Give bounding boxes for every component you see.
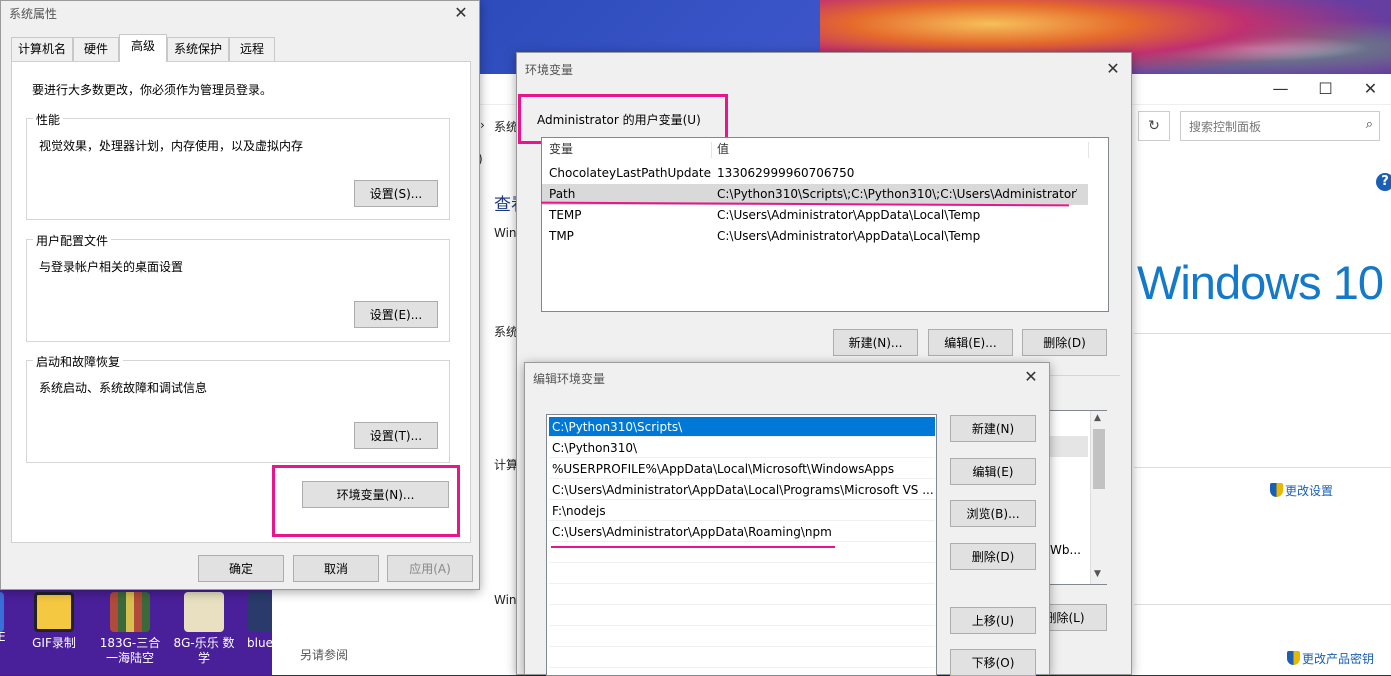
- search-icon: ⌕: [1365, 117, 1373, 132]
- column-divider: [711, 142, 712, 158]
- breadcrumb-arrow: ›: [480, 118, 485, 132]
- group-description: 系统启动、系统故障和调试信息: [39, 381, 208, 395]
- close-icon[interactable]: ✕: [1101, 59, 1125, 78]
- divider: [1134, 333, 1391, 334]
- dialog-title: 系统属性: [9, 7, 58, 21]
- search-input[interactable]: 搜索控制面板 ⌕: [1180, 111, 1380, 141]
- folder-icon: [184, 592, 224, 632]
- user-edit-button[interactable]: 编辑(E)...: [928, 329, 1013, 356]
- partial-value: \Wb...: [1046, 543, 1081, 557]
- admin-note: 要进行大多数更改，你必须作为管理员登录。: [32, 83, 273, 97]
- group-label: 用户配置文件: [33, 232, 112, 249]
- gif-recorder-icon: [34, 592, 74, 632]
- performance-group: 性能 视觉效果，处理器计划，内存使用，以及虚拟内存 设置(S)...: [26, 111, 450, 220]
- dialog-title: 编辑环境变量: [533, 372, 606, 386]
- list-item[interactable]: F:\nodejs: [549, 501, 935, 521]
- divider: [1134, 604, 1391, 605]
- scrollbar[interactable]: ▲ ▼: [1090, 411, 1107, 584]
- user-profile-settings-button[interactable]: 设置(E)...: [354, 301, 438, 328]
- dialog-title: 环境变量: [525, 63, 574, 77]
- tab-remote[interactable]: 远程: [229, 37, 275, 61]
- close-icon[interactable]: ✕: [449, 3, 473, 22]
- desktop-icon-gif[interactable]: GIF录制: [20, 590, 88, 651]
- desktop-icons-area: E GIF录制 183G-三合一海陆空 8G-乐乐 数学 blue: [0, 590, 273, 675]
- tab-computer-name[interactable]: 计算机名: [11, 37, 73, 61]
- maximize-button[interactable]: ☐: [1303, 74, 1348, 104]
- edit-environment-variable-dialog: 编辑环境变量 ✕ C:\Python310\Scripts\ C:\Python…: [524, 362, 1050, 676]
- list-item-empty[interactable]: [549, 585, 935, 605]
- move-down-button[interactable]: 下移(O): [950, 649, 1036, 676]
- move-up-button[interactable]: 上移(U): [950, 607, 1036, 634]
- help-icon[interactable]: ?: [1376, 173, 1391, 191]
- list-item[interactable]: C:\Users\Administrator\AppData\Local\Pro…: [549, 480, 935, 500]
- minimize-button[interactable]: —: [1258, 74, 1303, 104]
- tab-hardware[interactable]: 硬件: [73, 37, 119, 61]
- apply-button[interactable]: 应用(A): [387, 555, 473, 582]
- desktop-icon-archive-1[interactable]: 183G-三合一海陆空: [96, 590, 164, 666]
- browse-button[interactable]: 浏览(B)...: [950, 500, 1036, 527]
- table-row[interactable]: TMP C:\Users\Administrator\AppData\Local…: [542, 226, 1108, 247]
- new-path-button[interactable]: 新建(N): [950, 415, 1036, 442]
- table-row[interactable]: TEMP C:\Users\Administrator\AppData\Loca…: [542, 205, 1108, 226]
- user-profile-group: 用户配置文件 与登录帐户相关的桌面设置 设置(E)...: [26, 232, 450, 342]
- user-new-button[interactable]: 新建(N)...: [833, 329, 918, 356]
- column-header-value[interactable]: 值: [717, 138, 729, 160]
- tab-advanced[interactable]: 高级: [119, 34, 167, 62]
- group-description: 视觉效果，处理器计划，内存使用，以及虚拟内存: [39, 139, 304, 153]
- edit-path-button[interactable]: 编辑(E): [950, 458, 1036, 485]
- delete-path-button[interactable]: 删除(D): [950, 543, 1036, 570]
- divider: [1134, 467, 1391, 468]
- group-label: 性能: [33, 111, 64, 128]
- group-label: 启动和故障恢复: [33, 353, 124, 370]
- column-header-variable[interactable]: 变量: [549, 138, 573, 160]
- startup-settings-button[interactable]: 设置(T)...: [354, 422, 438, 449]
- user-delete-button[interactable]: 删除(D): [1022, 329, 1107, 356]
- chevron-up-icon[interactable]: ▲: [1094, 413, 1101, 423]
- table-row[interactable]: ChocolateyLastPathUpdate 133062999960706…: [542, 163, 1108, 184]
- section-partial-1: Win: [494, 226, 517, 240]
- close-button[interactable]: ✕: [1348, 74, 1391, 104]
- performance-settings-button[interactable]: 设置(S)...: [354, 180, 438, 207]
- column-divider: [1088, 142, 1089, 158]
- shield-icon: [1287, 651, 1300, 665]
- group-description: 与登录帐户相关的桌面设置: [39, 260, 184, 274]
- path-list[interactable]: C:\Python310\Scripts\ C:\Python310\ %USE…: [546, 414, 937, 676]
- section-partial-3: 计算: [494, 458, 519, 472]
- list-item-empty[interactable]: [549, 627, 935, 647]
- startup-recovery-group: 启动和故障恢复 系统启动、系统故障和调试信息 设置(T)...: [26, 353, 450, 463]
- list-item-selected[interactable]: C:\Python310\Scripts\: [549, 417, 935, 437]
- list-item-empty[interactable]: [549, 564, 935, 584]
- list-item[interactable]: C:\Users\Administrator\AppData\Roaming\n…: [549, 522, 935, 542]
- user-variables-list[interactable]: 变量 值 ChocolateyLastPathUpdate 1330629999…: [541, 137, 1109, 312]
- annotation-underline: [551, 546, 835, 548]
- list-item-empty[interactable]: [549, 648, 935, 668]
- desktop-icon-archive-2[interactable]: 8G-乐乐 数学: [170, 590, 238, 666]
- highlight-box: [272, 465, 460, 537]
- scrollbar-thumb[interactable]: [1093, 429, 1105, 489]
- system-properties-dialog: 系统属性 ✕ 计算机名 硬件 高级 系统保护 远程 要进行大多数更改，你必须作为…: [0, 0, 480, 590]
- section-partial-4: Win: [494, 593, 517, 607]
- list-item[interactable]: %USERPROFILE%\AppData\Local\Microsoft\Wi…: [549, 459, 935, 479]
- shield-icon: [1270, 483, 1283, 497]
- windows-logo-text: Windows 10: [1137, 256, 1384, 309]
- app-icon: [0, 592, 4, 632]
- section-partial-2: 系统: [494, 325, 519, 339]
- list-item-empty[interactable]: [549, 606, 935, 626]
- winrar-icon: [110, 592, 150, 632]
- ok-button[interactable]: 确定: [198, 555, 284, 582]
- app-icon: [248, 592, 272, 632]
- close-icon[interactable]: ✕: [1019, 367, 1043, 386]
- change-settings-link[interactable]: 更改设置: [1270, 482, 1333, 499]
- cancel-button[interactable]: 取消: [293, 555, 379, 582]
- refresh-button[interactable]: ↻: [1138, 111, 1170, 141]
- tab-system-protection[interactable]: 系统保护: [167, 37, 229, 61]
- breadcrumb-partial[interactable]: 系统: [494, 118, 518, 135]
- see-also-label: 另请参阅: [300, 648, 349, 662]
- change-product-key-link[interactable]: 更改产品密钥: [1287, 650, 1374, 667]
- search-placeholder: 搜索控制面板: [1189, 120, 1262, 134]
- control-panel-titlebar: — ☐ ✕: [1133, 74, 1391, 104]
- desktop-icon-partial[interactable]: E: [0, 590, 18, 644]
- list-item[interactable]: C:\Python310\: [549, 438, 935, 458]
- chevron-down-icon[interactable]: ▼: [1094, 569, 1101, 579]
